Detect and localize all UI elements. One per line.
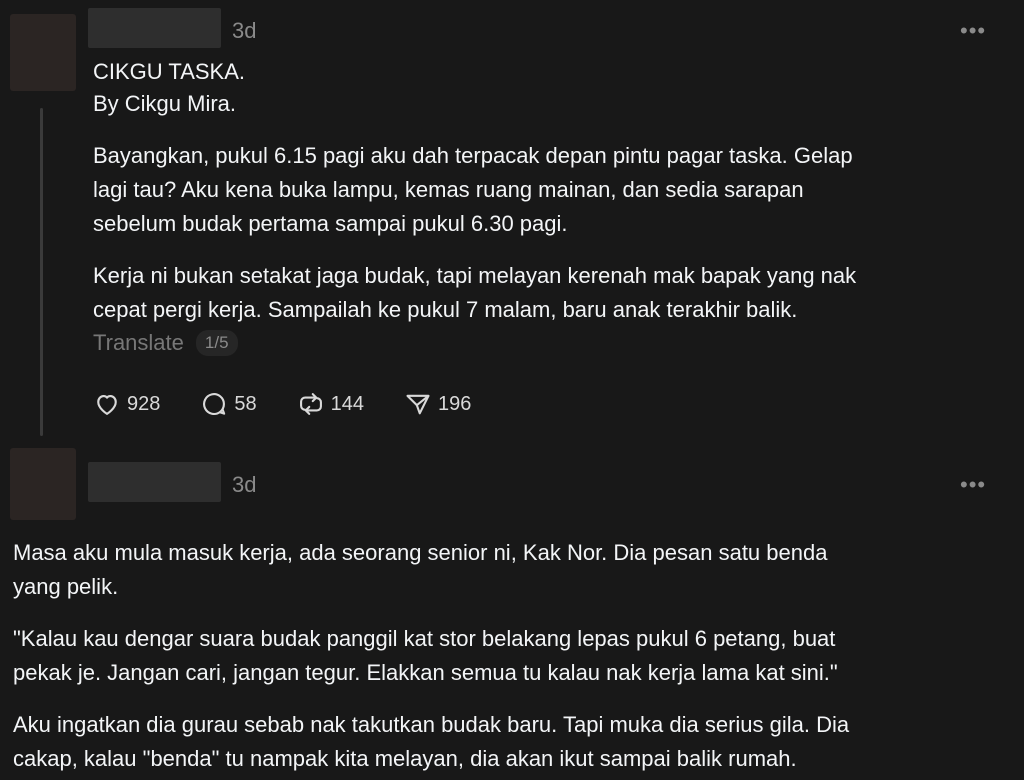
post-body-line: sebelum budak pertama sampai pukul 6.30 … [93,211,568,236]
translate-row: Translate 1/5 [93,330,238,356]
repost-button[interactable]: 144 [297,390,364,418]
username-redacted[interactable] [88,8,221,48]
post-body-line: pekak je. Jangan cari, jangan tegur. Ela… [13,660,838,685]
post-body-line: "Kalau kau dengar suara budak panggil ka… [13,626,836,651]
like-button[interactable]: 928 [93,390,160,418]
post-body-line: Kerja ni bukan setakat jaga budak, tapi … [93,263,857,288]
post-timestamp: 3d [232,472,257,497]
post-timestamp: 3d [232,18,257,43]
more-options-icon[interactable]: ••• [960,472,986,498]
more-options-icon[interactable]: ••• [960,18,986,44]
post-body-line: Bayangkan, pukul 6.15 pagi aku dah terpa… [93,143,853,168]
heart-icon [97,395,117,415]
reply-count: 58 [234,392,257,415]
post-header-line: By Cikgu Mira. [93,91,237,116]
like-count: 928 [127,392,161,415]
post-body-line: lagi tau? Aku kena buka lampu, kemas rua… [93,177,804,202]
page-indicator: 1/5 [195,330,238,356]
repost-count: 144 [330,392,364,415]
post-body-line: Masa aku mula masuk kerja, ada seorang s… [13,540,828,565]
repost-icon [299,393,322,415]
send-icon [406,394,430,415]
avatar[interactable] [10,448,76,520]
comment-icon [203,393,226,416]
avatar[interactable] [10,14,76,91]
post-body-line: yang pelik. [13,574,119,599]
post-body-line: Aku ingatkan dia gurau sebab nak takutka… [13,712,850,737]
reply-button[interactable]: 58 [200,390,257,418]
share-count: 196 [438,392,472,415]
post-body-line: cakap, kalau "benda" tu nampak kita mela… [13,746,797,771]
post-actions: 928 58 144 196 [93,390,511,418]
post-header-line: CIKGU TASKA. [93,59,246,84]
translate-link[interactable]: Translate [93,330,184,356]
post-body-line: cepat pergi kerja. Sampailah ke pukul 7 … [93,297,798,322]
username-redacted[interactable] [88,462,221,502]
share-button[interactable]: 196 [404,390,471,418]
thread-line [40,108,43,436]
